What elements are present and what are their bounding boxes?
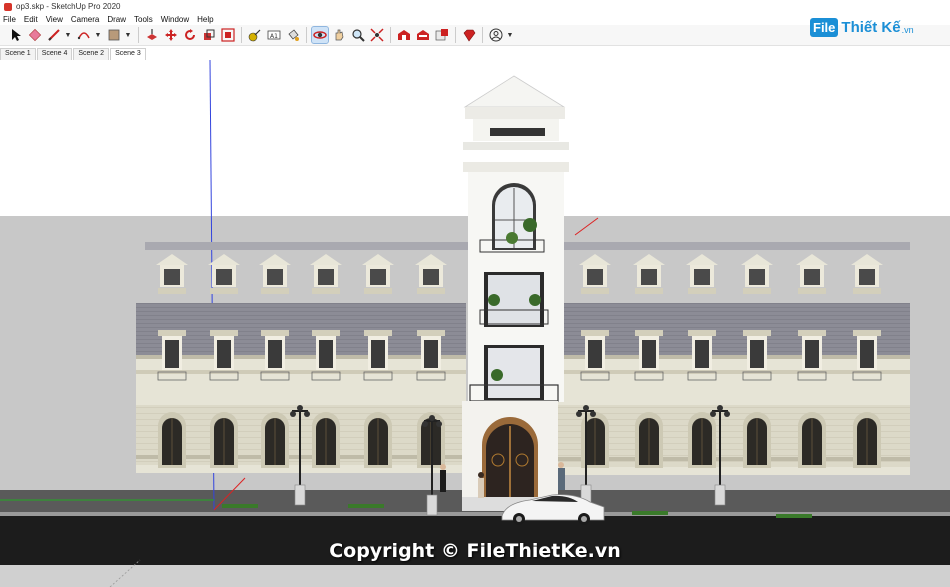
window-title: op3.skp - SketchUp Pro 2020 bbox=[16, 2, 121, 11]
menu-draw[interactable]: Draw bbox=[107, 15, 126, 24]
toolbar-separator bbox=[482, 27, 483, 43]
arched-window bbox=[635, 412, 663, 468]
arched-window bbox=[312, 412, 340, 468]
main-toolbar: ▼ ▼ ▼ A1 ▼ bbox=[0, 25, 950, 46]
menu-file[interactable]: File bbox=[3, 15, 16, 24]
scale-icon[interactable] bbox=[201, 27, 217, 43]
tab-scene-3[interactable]: Scene 3 bbox=[110, 48, 146, 60]
push-pull-icon[interactable] bbox=[144, 27, 160, 43]
logo-suffix: .vn bbox=[901, 24, 914, 35]
toolbar-separator bbox=[455, 27, 456, 43]
copyright-watermark: Copyright © FileThietKe.vn bbox=[329, 540, 621, 562]
logo-badge: File bbox=[810, 17, 839, 37]
arched-window bbox=[688, 412, 716, 468]
paint-bucket-icon[interactable] bbox=[285, 27, 301, 43]
toolbar-separator bbox=[390, 27, 391, 43]
tab-scene-1[interactable]: Scene 1 bbox=[0, 48, 36, 60]
account-dropdown-icon[interactable]: ▼ bbox=[507, 27, 514, 43]
logo-text: Thiết Kế bbox=[841, 18, 901, 36]
menu-camera[interactable]: Camera bbox=[71, 15, 99, 24]
arched-window bbox=[210, 412, 238, 468]
toolbar-separator bbox=[306, 27, 307, 43]
arc-dropdown-icon[interactable]: ▼ bbox=[95, 27, 102, 43]
scene-tabs: Scene 1 Scene 4 Scene 2 Scene 3 bbox=[0, 47, 147, 60]
toolbar-separator bbox=[241, 27, 242, 43]
rectangle-icon[interactable] bbox=[106, 27, 122, 43]
tab-scene-2[interactable]: Scene 2 bbox=[73, 48, 110, 60]
eraser-icon[interactable] bbox=[27, 27, 43, 43]
layout-icon[interactable] bbox=[434, 27, 450, 43]
select-icon[interactable] bbox=[8, 27, 24, 43]
pencil-dropdown-icon[interactable]: ▼ bbox=[65, 27, 72, 43]
foreground-ground bbox=[0, 565, 950, 587]
orbit-icon[interactable] bbox=[311, 26, 329, 44]
text-icon[interactable]: A1 bbox=[266, 27, 282, 43]
svg-text:A1: A1 bbox=[270, 33, 278, 40]
ruby-icon[interactable] bbox=[461, 27, 477, 43]
menu-help[interactable]: Help bbox=[197, 15, 213, 24]
arched-window bbox=[743, 412, 771, 468]
rectangle-dropdown-icon[interactable]: ▼ bbox=[125, 27, 132, 43]
zoom-icon[interactable] bbox=[350, 27, 366, 43]
pencil-icon[interactable] bbox=[46, 27, 62, 43]
menu-bar: File Edit View Camera Draw Tools Window … bbox=[0, 13, 950, 25]
filethietke-logo: File Thiết Kế .vn bbox=[810, 14, 922, 40]
arched-window bbox=[853, 412, 881, 468]
tape-measure-icon[interactable] bbox=[247, 27, 263, 43]
title-bar: op3.skp - SketchUp Pro 2020 bbox=[0, 0, 950, 13]
tab-scene-4[interactable]: Scene 4 bbox=[36, 48, 73, 60]
menu-edit[interactable]: Edit bbox=[24, 15, 38, 24]
toolbar-separator bbox=[138, 27, 139, 43]
arched-window bbox=[798, 412, 826, 468]
arc-icon[interactable] bbox=[76, 27, 92, 43]
arched-window bbox=[364, 412, 392, 468]
offset-icon[interactable] bbox=[220, 27, 236, 43]
model-viewport[interactable] bbox=[0, 60, 950, 587]
pan-icon[interactable] bbox=[331, 27, 347, 43]
extension-icon[interactable] bbox=[415, 27, 431, 43]
menu-tools[interactable]: Tools bbox=[134, 15, 153, 24]
account-icon[interactable] bbox=[488, 27, 504, 43]
zoom-extents-icon[interactable] bbox=[369, 27, 385, 43]
warehouse-icon[interactable] bbox=[396, 27, 412, 43]
rotate-icon[interactable] bbox=[182, 27, 198, 43]
arched-window bbox=[261, 412, 289, 468]
arched-window bbox=[158, 412, 186, 468]
move-icon[interactable] bbox=[163, 27, 179, 43]
menu-window[interactable]: Window bbox=[161, 15, 189, 24]
sketchup-app-icon bbox=[4, 2, 12, 11]
menu-view[interactable]: View bbox=[46, 15, 63, 24]
